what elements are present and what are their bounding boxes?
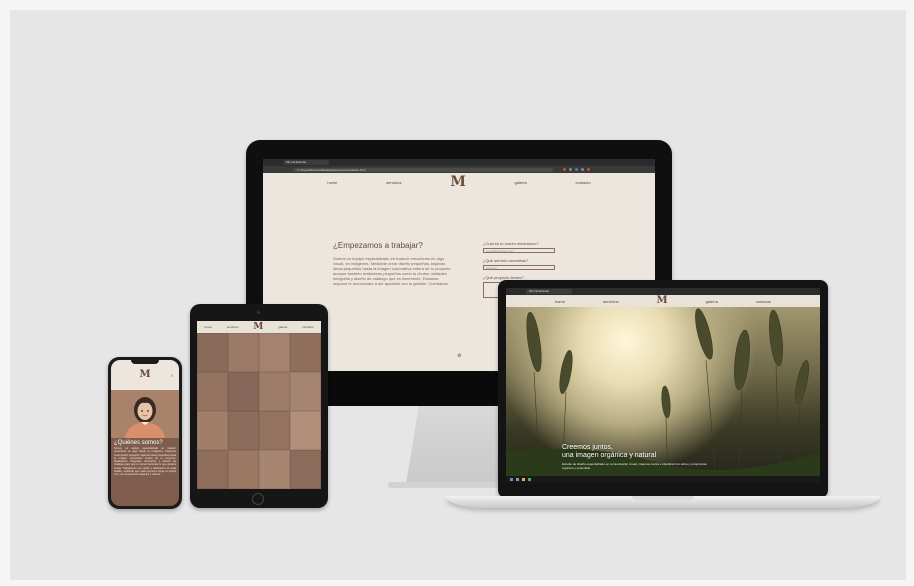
os-taskbar bbox=[506, 476, 820, 482]
search-icon[interactable] bbox=[516, 477, 519, 481]
hamburger-icon[interactable]: ≡ bbox=[171, 373, 173, 378]
nav-home[interactable]: home bbox=[327, 180, 337, 185]
gallery-tile[interactable] bbox=[290, 450, 321, 489]
gallery-tile[interactable] bbox=[259, 411, 290, 450]
browser-address-bar: C:/Users/Bertrand/Desktop/proyectos/cont… bbox=[263, 166, 655, 173]
phone-header: M ≡ bbox=[111, 360, 179, 390]
section-title: ¿Quiénes somos? bbox=[114, 440, 163, 446]
site-logo[interactable]: M bbox=[253, 322, 263, 332]
browser-extensions bbox=[563, 168, 590, 171]
hero-text: Estudio de diseño especializado en comun… bbox=[562, 462, 708, 470]
home-button[interactable] bbox=[252, 493, 264, 505]
hero-title-line1: Creemos juntos, bbox=[562, 444, 613, 451]
gallery-tile[interactable] bbox=[228, 333, 259, 372]
site-nav: home servicios M galería contacto bbox=[506, 295, 820, 307]
contact-text: Somos un equipo especializado en traduci… bbox=[333, 256, 451, 286]
nav-gallery[interactable]: galería bbox=[515, 180, 527, 185]
contact-intro: ¿Empezamos a trabajar? Somos un equipo e… bbox=[333, 241, 453, 286]
nav-services[interactable]: servicios bbox=[603, 299, 619, 304]
gallery-tile[interactable] bbox=[259, 372, 290, 411]
gallery-grid bbox=[197, 333, 321, 489]
service-label: ¿Qué servicio necesitas? bbox=[483, 258, 528, 263]
illustrated-person bbox=[125, 397, 165, 438]
browser-icon[interactable] bbox=[528, 477, 531, 481]
email-label: ¿Cuál es tu correo electrónico? bbox=[483, 241, 539, 246]
nav-contact[interactable]: contacto bbox=[756, 299, 771, 304]
windows-start-icon[interactable] bbox=[510, 477, 513, 481]
extension-icon[interactable] bbox=[569, 168, 572, 171]
gallery-tile[interactable] bbox=[259, 450, 290, 489]
gallery-tile[interactable] bbox=[290, 372, 321, 411]
gallery-tile[interactable] bbox=[197, 372, 228, 411]
browser-tab-bar: Mmmd-Estudio bbox=[263, 159, 655, 166]
wheat-illustration bbox=[506, 308, 820, 482]
browser-tab[interactable]: Mmmd-Estudio bbox=[526, 289, 572, 294]
tablet-screen: home servicios M galería contacto bbox=[197, 321, 321, 489]
laptop-notch bbox=[632, 496, 694, 500]
gallery-tile[interactable] bbox=[228, 411, 259, 450]
site-logo[interactable]: M bbox=[450, 175, 466, 189]
extension-icon[interactable] bbox=[587, 168, 590, 171]
camera-icon bbox=[257, 311, 260, 314]
nav-services[interactable]: servicios bbox=[386, 180, 402, 185]
nav-contact[interactable]: contacto bbox=[575, 180, 590, 185]
site-nav: home servicios M galería contacto bbox=[263, 173, 655, 191]
laptop-screen: Mmmd-Estudio Creemos juntos, una imagen … bbox=[506, 288, 820, 482]
browser-tab[interactable]: Mmmd-Estudio bbox=[283, 160, 329, 165]
gallery-tile[interactable] bbox=[290, 333, 321, 372]
extension-icon[interactable] bbox=[563, 168, 566, 171]
gallery-tile[interactable] bbox=[197, 411, 228, 450]
browser-tab-bar: Mmmd-Estudio bbox=[506, 288, 820, 295]
gallery-tile[interactable] bbox=[197, 333, 228, 372]
extension-icon[interactable] bbox=[581, 168, 584, 171]
laptop: Mmmd-Estudio Creemos juntos, una imagen … bbox=[446, 280, 880, 522]
mockup-stage: Mmmd-Estudio C:/Users/Bertrand/Desktop/p… bbox=[10, 10, 906, 580]
nav-home[interactable]: home bbox=[555, 299, 565, 304]
extension-icon[interactable] bbox=[575, 168, 578, 171]
phone-screen: M ≡ ¿Quiénes somos? Somos un equipo espe… bbox=[111, 360, 179, 506]
gallery-tile[interactable] bbox=[228, 372, 259, 411]
hero-section: Creemos juntos, una imagen orgánica y na… bbox=[506, 302, 820, 482]
nav-home[interactable]: home bbox=[204, 325, 212, 329]
contact-title: ¿Empezamos a trabajar? bbox=[333, 241, 423, 250]
folder-icon[interactable] bbox=[522, 477, 525, 481]
site-nav: home servicios M galería contacto bbox=[197, 321, 321, 333]
service-field[interactable]: Servicio bbox=[483, 265, 555, 270]
email-field[interactable]: email@example.com bbox=[483, 248, 555, 253]
nav-gallery[interactable]: galería bbox=[278, 325, 287, 329]
laptop-lid: Mmmd-Estudio Creemos juntos, una imagen … bbox=[498, 280, 828, 498]
gallery-tile[interactable] bbox=[197, 450, 228, 489]
nav-gallery[interactable]: galería bbox=[706, 299, 718, 304]
phone: M ≡ ¿Quiénes somos? Somos un equipo espe… bbox=[108, 357, 182, 509]
gallery-tile[interactable] bbox=[290, 411, 321, 450]
url-field[interactable]: C:/Users/Bertrand/Desktop/proyectos/cont… bbox=[293, 167, 553, 172]
section-text: Somos un equipo especializado en traduci… bbox=[114, 447, 176, 477]
site-logo[interactable]: M bbox=[657, 296, 668, 306]
phone-notch bbox=[131, 360, 159, 364]
team-portrait bbox=[111, 390, 179, 438]
nav-services[interactable]: servicios bbox=[227, 325, 239, 329]
site-logo[interactable]: M bbox=[139, 370, 150, 380]
tablet: home servicios M galería contacto bbox=[190, 304, 328, 508]
hero-title-line2: una imagen orgánica y natural bbox=[562, 452, 657, 459]
hero-title: Creemos juntos, una imagen orgánica y na… bbox=[562, 444, 656, 460]
nav-contact[interactable]: contacto bbox=[302, 325, 313, 329]
gallery-tile[interactable] bbox=[228, 450, 259, 489]
gallery-tile[interactable] bbox=[259, 333, 290, 372]
